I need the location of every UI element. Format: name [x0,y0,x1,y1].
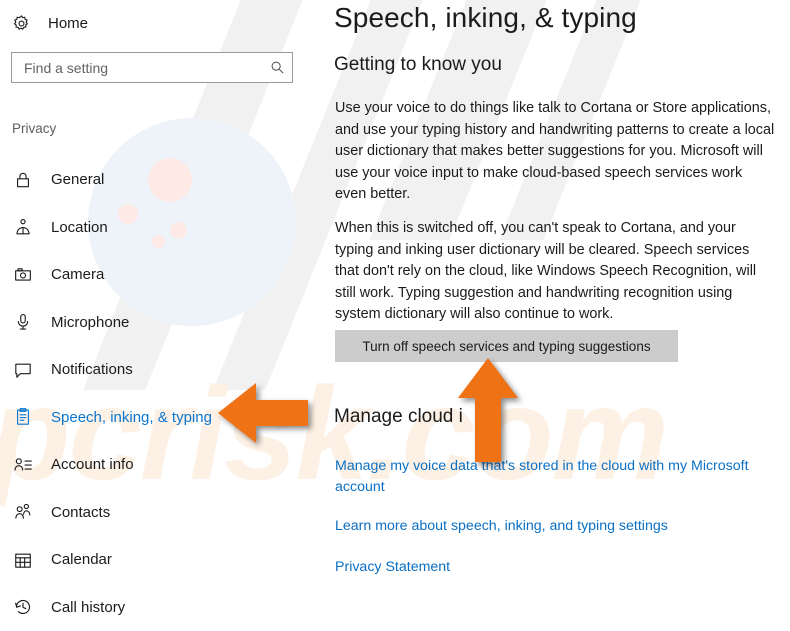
privacy-statement-link[interactable]: Privacy Statement [335,557,777,578]
section-heading: Getting to know you [334,54,502,76]
sidebar-item-location[interactable]: Location [0,204,320,252]
sidebar-item-account-info[interactable]: Account info [0,441,320,489]
search-box[interactable] [11,52,293,83]
sidebar-home-label: Home [48,15,88,32]
manage-cloud-info-heading: Manage cloud i [334,406,463,428]
description-paragraph-1: Use your voice to do things like talk to… [335,98,775,206]
sidebar-item-label: Camera [51,266,104,283]
sidebar-item-home[interactable]: Home [10,8,88,38]
arrow-up-icon [455,358,521,464]
sidebar-item-label: General [51,171,104,188]
calendar-icon [12,549,34,571]
sidebar-item-general[interactable]: General [0,156,320,204]
learn-more-link[interactable]: Learn more about speech, inking, and typ… [335,516,777,537]
gear-icon [10,12,32,34]
sidebar-item-camera[interactable]: Camera [0,251,320,299]
description-paragraph-2: When this is switched off, you can't spe… [335,218,775,326]
sidebar-group-label: Privacy [12,121,56,136]
history-icon [12,596,34,618]
sidebar-item-label: Call history [51,599,125,616]
sidebar-item-label: Notifications [51,361,133,378]
sidebar-item-label: Account info [51,456,134,473]
sidebar-item-label: Contacts [51,504,110,521]
main-content: Speech, inking, & typing Getting to know… [334,0,790,620]
contact-card-icon [12,454,34,476]
sidebar-item-label: Microphone [51,314,129,331]
location-pin-icon [12,216,34,238]
lock-icon [12,169,34,191]
sidebar-item-label: Calendar [51,551,112,568]
microphone-icon [12,311,34,333]
arrow-left-icon [218,380,310,446]
page-title: Speech, inking, & typing [334,2,637,34]
sidebar-item-label: Speech, inking, & typing [51,409,212,426]
sidebar-item-call-history[interactable]: Call history [0,584,320,631]
sidebar: Home Privacy General Location Camera Microp… [0,0,320,620]
sidebar-item-label: Location [51,219,108,236]
sidebar-item-microphone[interactable]: Microphone [0,299,320,347]
search-input[interactable] [12,53,262,82]
clipboard-icon [12,406,34,428]
sidebar-item-calendar[interactable]: Calendar [0,536,320,584]
manage-voice-data-link[interactable]: Manage my voice data that's stored in th… [335,456,777,498]
camera-icon [12,264,34,286]
people-icon [12,501,34,523]
search-icon[interactable] [262,53,292,82]
sidebar-item-contacts[interactable]: Contacts [0,489,320,537]
speech-bubble-icon [12,359,34,381]
